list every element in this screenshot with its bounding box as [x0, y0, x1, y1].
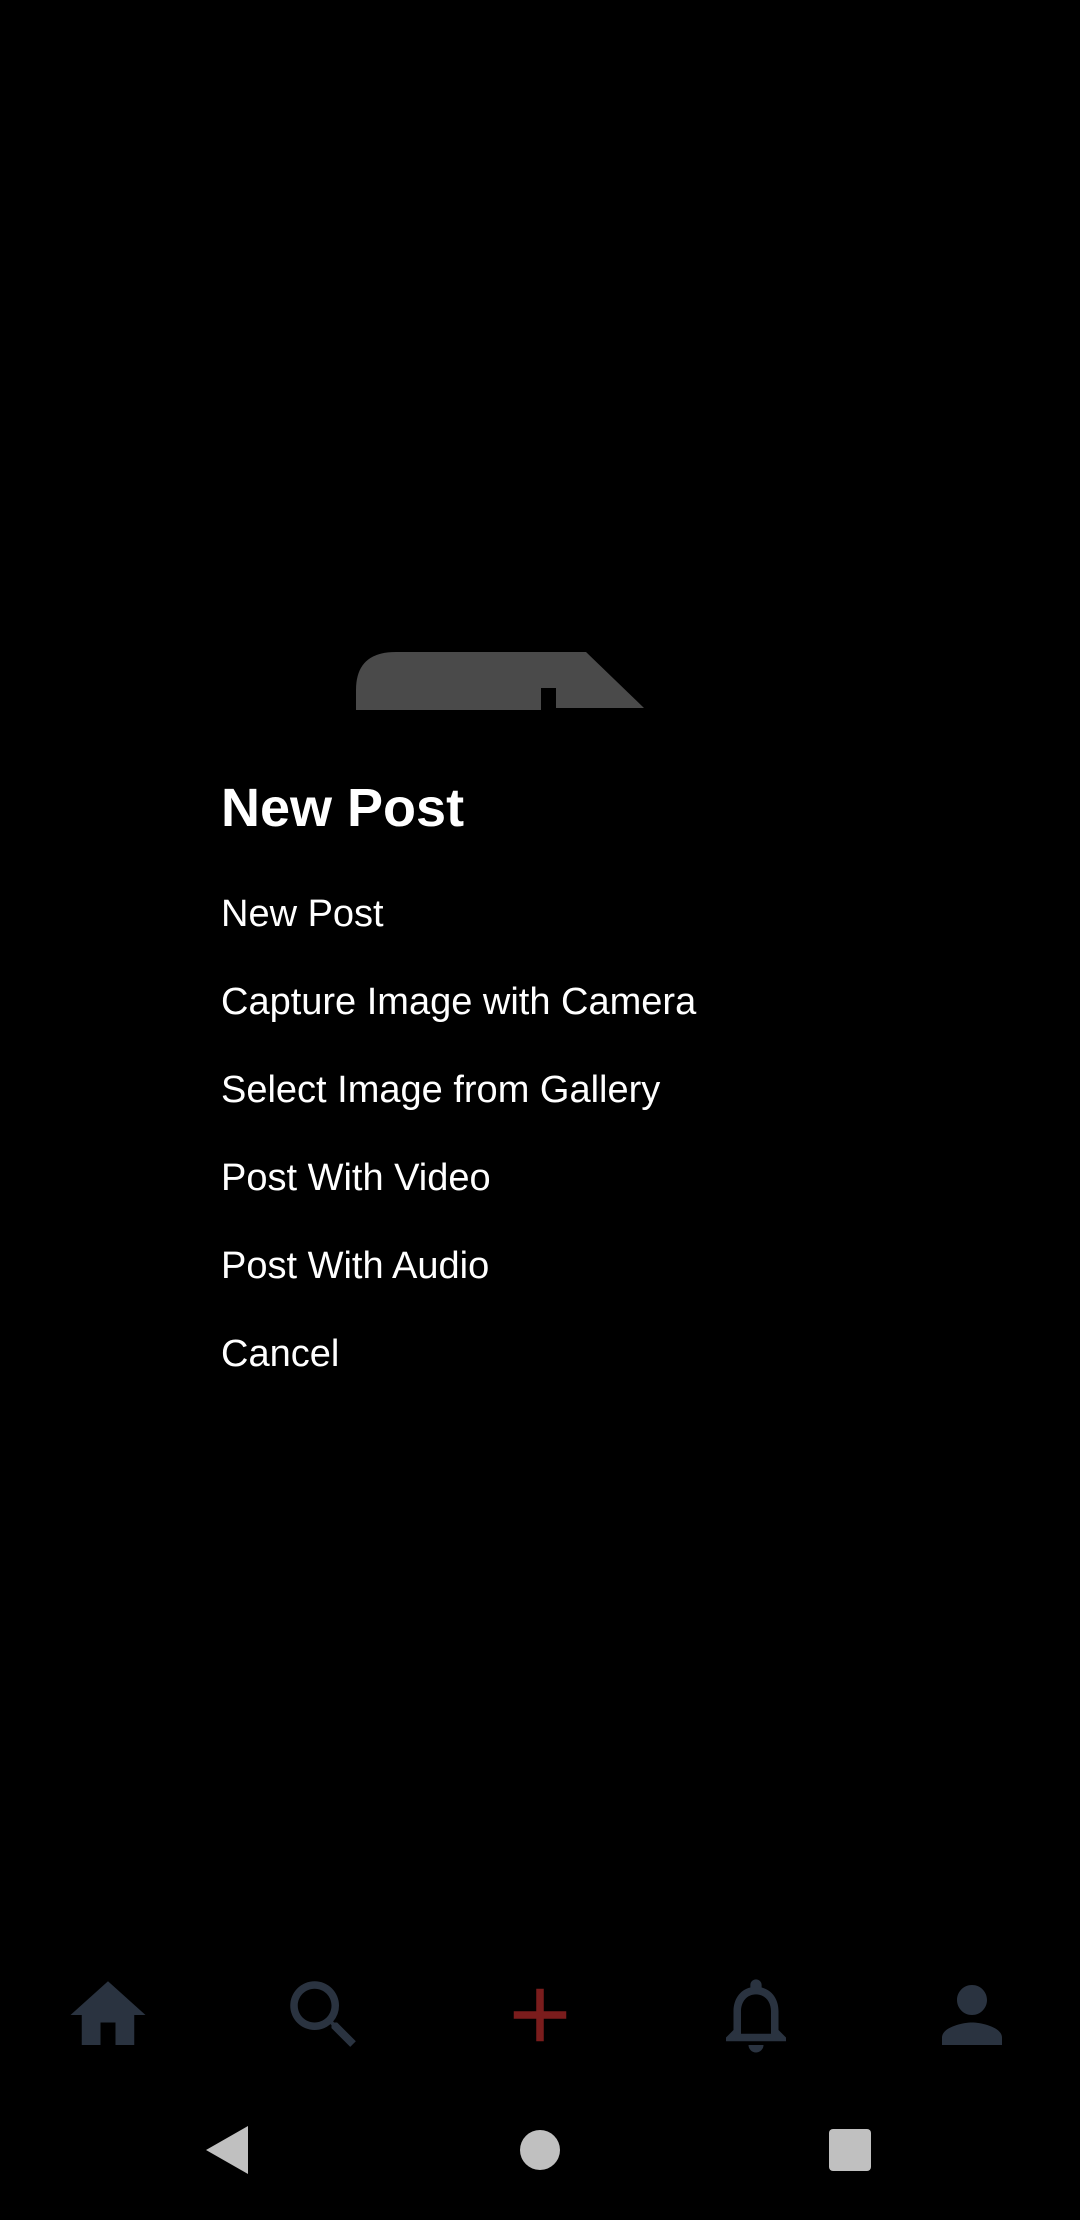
system-recents-button[interactable]: [805, 2105, 895, 2195]
menu-item-post-video[interactable]: Post With Video: [221, 1134, 921, 1222]
bottom-navigation: [0, 1950, 1080, 2080]
search-icon: [290, 1981, 356, 2047]
home-icon: [70, 1981, 146, 2045]
plus-icon: [513, 1988, 567, 2042]
system-navigation-bar: [0, 2080, 1080, 2220]
nav-notifications[interactable]: [701, 1960, 811, 2070]
nav-home[interactable]: [53, 1960, 163, 2070]
nav-search[interactable]: [269, 1960, 379, 2070]
bell-icon: [726, 1979, 786, 2053]
menu-item-capture-camera[interactable]: Capture Image with Camera: [221, 958, 921, 1046]
dialog-title: New Post: [221, 778, 465, 838]
menu-item-post-audio[interactable]: Post With Audio: [221, 1222, 921, 1310]
home-circle-icon: [520, 2130, 560, 2170]
menu-item-new-post[interactable]: New Post: [221, 870, 921, 958]
back-icon: [206, 2126, 248, 2174]
system-back-button[interactable]: [182, 2105, 272, 2195]
nav-add-post[interactable]: [485, 1960, 595, 2070]
menu-item-select-gallery[interactable]: Select Image from Gallery: [221, 1046, 921, 1134]
menu-item-cancel[interactable]: Cancel: [221, 1310, 921, 1398]
system-home-button[interactable]: [495, 2105, 585, 2195]
new-post-dialog: New Post New Post Capture Image with Cam…: [221, 770, 921, 1398]
background-shape: [356, 652, 644, 710]
person-icon: [942, 1985, 1002, 2045]
nav-profile[interactable]: [917, 1960, 1027, 2070]
recents-icon: [829, 2129, 871, 2171]
